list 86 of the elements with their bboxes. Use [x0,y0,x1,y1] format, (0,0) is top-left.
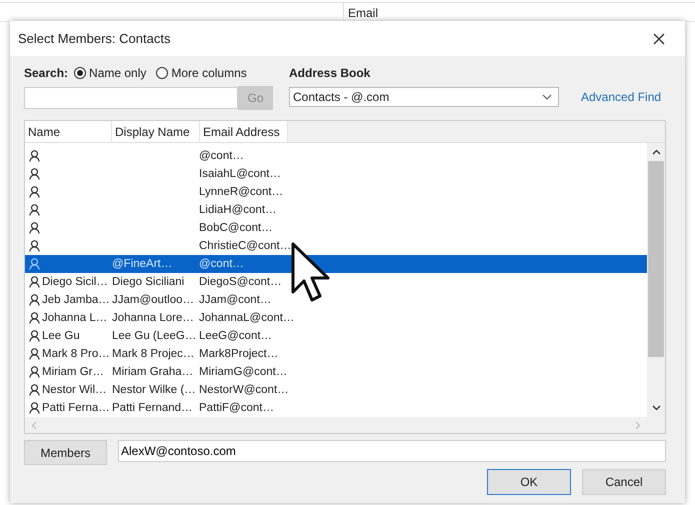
email-address: JJam@cont… [199,294,272,306]
members-button[interactable]: Members [24,440,107,465]
email-address: IsaiahL@cont… [199,168,281,180]
display-name: Nestor Wilke (… [112,384,196,396]
person-icon [29,402,40,414]
email-address: BobC@cont… [199,222,273,234]
vertical-scrollbar[interactable] [647,143,665,417]
person-icon [29,150,40,162]
contact-name: Mark 8 Pro… [42,348,110,360]
search-option-radio[interactable]: More columns [156,66,247,80]
display-name: Mark 8 Projec… [112,348,194,360]
contact-row[interactable]: Mark 8 Pro… Mark 8 Projec… Mark8Project… [25,345,647,363]
contact-row[interactable]: Patti Ferna… Patti Fernand… PattiF@cont… [25,399,647,417]
address-book-label: Address Book [289,65,372,82]
scroll-left-icon[interactable] [31,420,37,430]
scroll-down-icon[interactable] [652,405,660,411]
horizontal-scrollbar[interactable] [25,417,665,433]
email-address: @cont… [199,258,244,270]
person-icon [29,312,40,324]
column-header[interactable]: Email Address [200,121,288,142]
email-address: MiriamG@cont… [199,366,288,378]
display-name: Patti Fernand… [112,402,193,414]
advanced-find-link[interactable]: Advanced Find [581,90,662,104]
person-icon [29,186,40,198]
search-field[interactable] [24,87,238,109]
contact-row[interactable]: Jeb Jamba… JJam@outloo… JJam@cont… [25,291,647,309]
search-option-radio[interactable]: Name only [74,66,146,80]
address-book-dropdown[interactable]: Contacts - @.com [289,87,559,107]
email-address: PattiF@cont… [199,402,274,414]
members-field[interactable]: AlexW@contoso.com [118,440,666,462]
email-address: LeeG@cont… [199,330,272,342]
person-icon [29,168,40,180]
contact-row[interactable]: @cont… [25,147,647,165]
email-address: LynneR@cont… [199,186,284,198]
email-address: JohannaL@cont… [199,312,294,324]
column-header[interactable]: Display Name [112,121,200,142]
contact-name: Jeb Jamba… [42,294,110,306]
display-name: Miriam Graha… [112,366,194,378]
person-icon [29,366,40,378]
display-name: JJam@outloo… [112,294,194,306]
column-header: Email [343,3,382,20]
email-address: DiegoS@cont… [199,276,282,288]
display-name: Diego Siciliani [112,276,184,288]
person-icon [29,294,40,306]
display-name: @FineArt… [112,258,172,270]
chevron-down-icon [542,94,552,100]
window-title: Select Members: Contacts [18,31,170,46]
scroll-right-icon[interactable] [635,420,641,430]
person-icon [29,258,40,270]
contact-row[interactable]: Johanna L… Johanna Lore… JohannaL@cont… [25,309,647,327]
contact-row[interactable]: Diego Sicil… Diego Siciliani DiegoS@cont… [25,273,647,291]
search-label: Search: [24,66,68,80]
contact-name: Miriam Gr… [42,366,104,378]
dialog-button[interactable]: Cancel [582,469,666,495]
contact-row[interactable]: LynneR@cont… [25,183,647,201]
contact-name: Diego Sicil… [42,276,108,288]
email-address: @cont… [199,150,244,162]
email-address: LidiaH@cont… [199,204,277,216]
person-icon [29,348,40,360]
contact-row[interactable]: ChristieC@cont… [25,237,647,255]
column-header[interactable]: Name [25,121,112,142]
email-address: Mark8Project… [199,348,278,360]
contact-name: Johanna L… [42,312,108,324]
contact-name: Lee Gu [42,330,80,342]
display-name: Lee Gu (LeeG… [112,330,196,342]
display-name: Johanna Lore… [112,312,194,324]
close-icon[interactable] [653,32,665,44]
person-icon [29,240,40,252]
person-icon [29,330,40,342]
contact-row[interactable]: Nestor Wil… Nestor Wilke (… NestorW@cont… [25,381,647,399]
scroll-up-icon[interactable] [652,149,660,155]
contact-row[interactable]: @FineArt… @cont… [25,255,647,273]
contact-name: Nestor Wil… [42,384,107,396]
person-icon [29,276,40,288]
contact-row[interactable]: BobC@cont… [25,219,647,237]
email-address: ChristieC@cont… [199,240,292,252]
dialog-button[interactable]: OK [487,469,571,495]
person-icon [29,384,40,396]
person-icon [29,222,40,234]
contact-row[interactable]: LidiaH@cont… [25,201,647,219]
email-address: NestorW@cont… [199,384,289,396]
contact-row[interactable]: Miriam Gr… Miriam Graha… MiriamG@cont… [25,363,647,381]
person-icon [29,204,40,216]
contact-row[interactable]: Lee Gu Lee Gu (LeeG… LeeG@cont… [25,327,647,345]
contact-row[interactable]: IsaiahL@cont… [25,165,647,183]
contact-name: Patti Ferna… [42,402,110,414]
